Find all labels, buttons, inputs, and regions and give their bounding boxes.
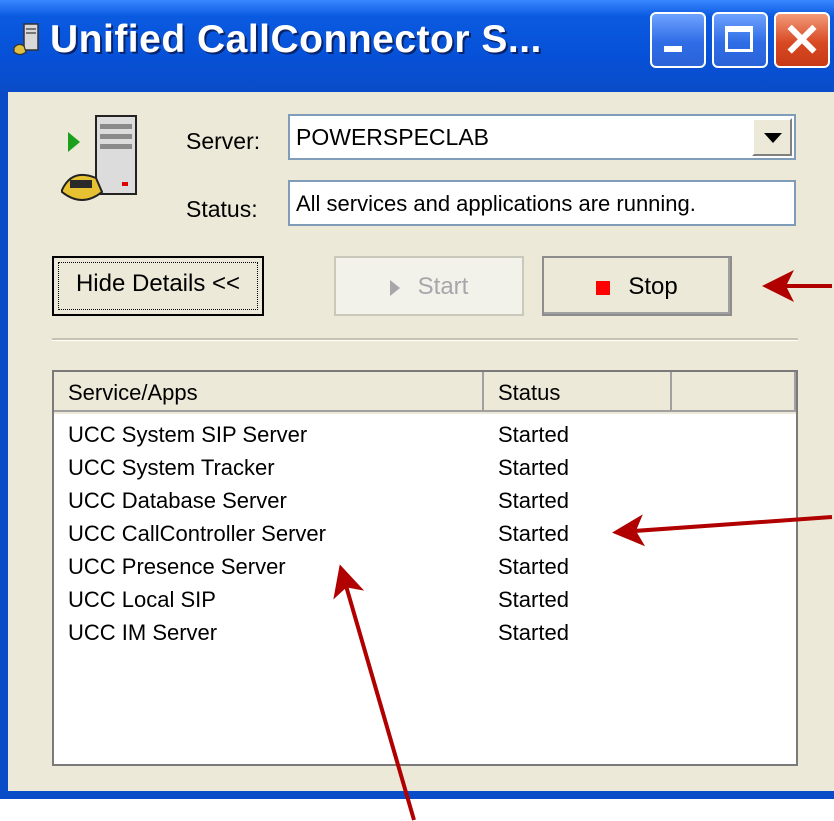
column-header-status[interactable]: Status (484, 372, 672, 412)
stop-button[interactable]: Stop (542, 256, 732, 316)
status-field: All services and applications are runnin… (288, 180, 796, 226)
server-label: Server: (186, 128, 261, 154)
table-row[interactable]: UCC System SIP Server Started (54, 420, 796, 453)
title-bar[interactable]: Unified CallConnector S... ✕ (0, 0, 834, 92)
start-label: Start (417, 273, 469, 300)
service-status: Started (498, 554, 569, 579)
service-name: UCC System Tracker (68, 455, 275, 480)
chevron-down-icon (764, 133, 782, 143)
service-name: UCC System SIP Server (68, 422, 308, 447)
hide-details-button[interactable]: Hide Details << (52, 256, 264, 316)
column-header-service[interactable]: Service/Apps (54, 372, 484, 412)
status-value: All services and applications are runnin… (296, 191, 696, 216)
server-dropdown[interactable]: POWERSPECLAB (288, 114, 796, 160)
service-status: Started (498, 587, 569, 612)
service-status: Started (498, 521, 569, 546)
table-row[interactable]: UCC CallController Server Started (54, 519, 796, 552)
table-row[interactable]: UCC Database Server Started (54, 486, 796, 519)
server-value: POWERSPECLAB (296, 124, 489, 150)
close-button[interactable]: ✕ (774, 12, 830, 68)
service-name: UCC Presence Server (68, 554, 286, 579)
service-status: Started (498, 455, 569, 480)
phone-server-icon (13, 23, 39, 56)
stop-label: Stop (628, 273, 678, 300)
table-row[interactable]: UCC Local SIP Started (54, 585, 796, 618)
table-row[interactable]: UCC Presence Server Started (54, 552, 796, 585)
table-row[interactable]: UCC System Tracker Started (54, 453, 796, 486)
start-button[interactable]: Start (334, 256, 524, 316)
separator (52, 338, 798, 341)
maximize-icon (725, 26, 753, 52)
table-row[interactable]: UCC IM Server Started (54, 618, 796, 651)
services-list[interactable]: Service/Apps Status UCC System SIP Serve… (52, 370, 798, 766)
list-header: Service/Apps Status (54, 372, 796, 414)
play-icon (389, 279, 400, 296)
service-name: UCC IM Server (68, 620, 218, 645)
minimize-button[interactable] (650, 12, 706, 68)
stop-icon (596, 280, 611, 295)
ucc-window: Unified CallConnector S... ✕ Server: POW… (0, 0, 834, 799)
service-name: UCC Local SIP (68, 587, 216, 612)
close-icon: ✕ (782, 14, 822, 66)
service-name: UCC CallController Server (68, 521, 326, 546)
service-status: Started (498, 422, 569, 447)
column-header-empty[interactable] (672, 372, 796, 412)
maximize-button[interactable] (712, 12, 768, 68)
window-frame-bottom (0, 791, 834, 799)
window-frame-left (0, 92, 8, 799)
hide-details-label: Hide Details << (75, 270, 241, 297)
service-status: Started (498, 620, 569, 645)
dropdown-button[interactable] (752, 118, 792, 156)
status-label: Status: (186, 196, 258, 222)
window-title: Unified CallConnector S... (50, 18, 542, 61)
server-phone-icon (61, 115, 137, 201)
minimize-icon (664, 46, 682, 52)
service-name: UCC Database Server (68, 488, 287, 513)
service-status: Started (498, 488, 569, 513)
